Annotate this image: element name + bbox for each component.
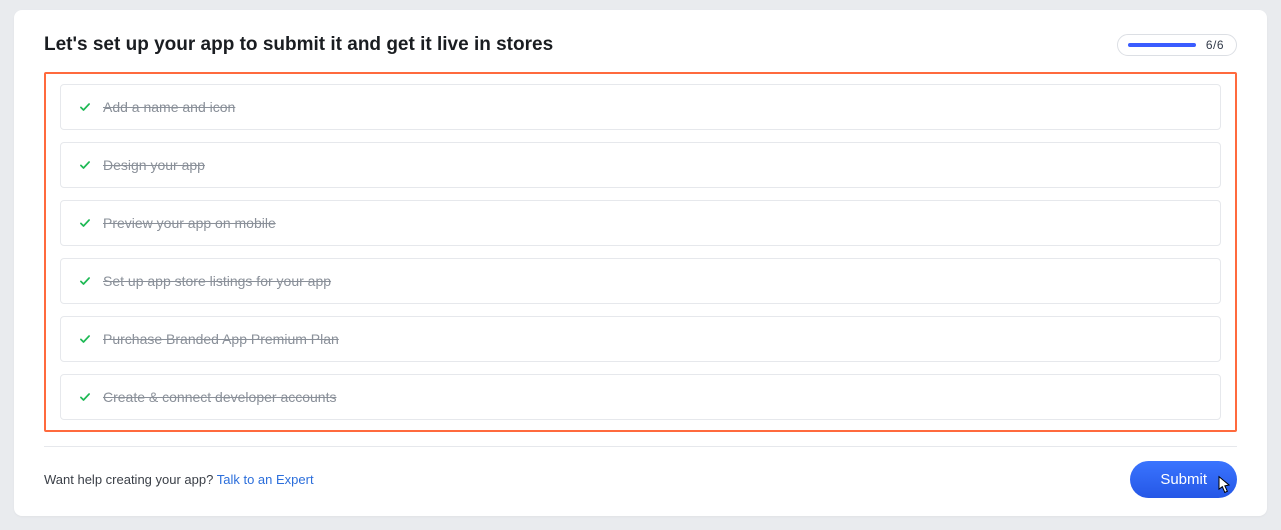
progress-track [1128, 43, 1196, 47]
step-label: Create & connect developer accounts [103, 389, 336, 405]
submit-button[interactable]: Submit [1130, 461, 1237, 498]
step-row[interactable]: Set up app store listings for your app [60, 258, 1221, 304]
setup-card: Let's set up your app to submit it and g… [14, 10, 1267, 516]
step-label: Purchase Branded App Premium Plan [103, 331, 339, 347]
progress-count: 6/6 [1206, 38, 1224, 52]
footer: Want help creating your app? Talk to an … [44, 461, 1237, 498]
step-label: Preview your app on mobile [103, 215, 276, 231]
talk-to-expert-link[interactable]: Talk to an Expert [217, 472, 314, 487]
help-text: Want help creating your app? Talk to an … [44, 472, 314, 487]
header: Let's set up your app to submit it and g… [44, 34, 1237, 56]
step-row[interactable]: Design your app [60, 142, 1221, 188]
steps-highlight-box: Add a name and icon Design your app Prev… [44, 72, 1237, 432]
step-label: Design your app [103, 157, 205, 173]
progress-indicator: 6/6 [1117, 34, 1237, 56]
step-row[interactable]: Add a name and icon [60, 84, 1221, 130]
help-prefix: Want help creating your app? [44, 472, 217, 487]
step-row[interactable]: Create & connect developer accounts [60, 374, 1221, 420]
step-row[interactable]: Preview your app on mobile [60, 200, 1221, 246]
step-row[interactable]: Purchase Branded App Premium Plan [60, 316, 1221, 362]
step-label: Add a name and icon [103, 99, 235, 115]
check-icon [79, 333, 91, 345]
check-icon [79, 391, 91, 403]
check-icon [79, 275, 91, 287]
check-icon [79, 217, 91, 229]
step-label: Set up app store listings for your app [103, 273, 331, 289]
check-icon [79, 159, 91, 171]
check-icon [79, 101, 91, 113]
progress-fill [1128, 43, 1196, 47]
divider [44, 446, 1237, 447]
page-title: Let's set up your app to submit it and g… [44, 34, 553, 56]
